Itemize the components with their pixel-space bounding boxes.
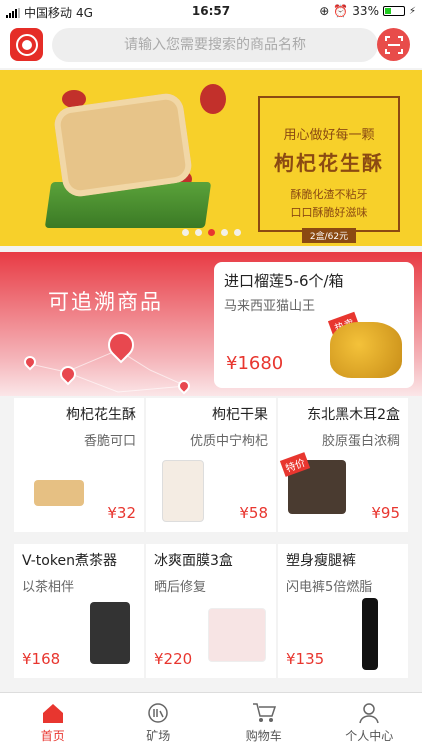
product-card-slim-pants[interactable]: 塑身瘦腿裤 闪电裤5倍燃脂 ¥135 xyxy=(278,544,408,678)
pagination-dot[interactable] xyxy=(181,229,189,236)
banner-promo-box: 用心做好每一颗 枸杞花生酥 酥脆化渣不粘牙 口口酥脆好滋味 2盒/62元 xyxy=(258,96,400,243)
product-card-tea-maker[interactable]: V-token煮茶器 以茶相伴 ¥168 xyxy=(14,544,144,678)
product-price: ¥135 xyxy=(286,650,325,668)
tab-cart[interactable]: 购物车 xyxy=(211,693,317,750)
tab-home[interactable]: 首页 xyxy=(0,693,106,750)
product-title: V-token煮茶器 xyxy=(22,553,117,569)
product-row: V-token煮茶器 以茶相伴 ¥168 冰爽面膜3盒 晒后修复 ¥220 塑身… xyxy=(14,544,408,678)
tab-label: 矿场 xyxy=(146,729,171,743)
tab-label: 首页 xyxy=(40,729,65,743)
product-subtitle: 闪电裤5倍燃脂 xyxy=(286,580,373,595)
product-card-peanut-crisp[interactable]: 枸杞花生酥 香脆可口 ¥32 xyxy=(14,398,144,532)
product-image xyxy=(34,480,84,506)
mine-icon xyxy=(148,703,168,723)
pagination-dot[interactable] xyxy=(207,229,215,236)
featured-title: 进口榴莲5-6个/箱 xyxy=(224,272,344,290)
search-input[interactable]: 请输入您需要搜索的商品名称 xyxy=(52,28,378,62)
promo-banner[interactable]: 用心做好每一颗 枸杞花生酥 酥脆化渣不粘牙 口口酥脆好滋味 2盒/62元 xyxy=(0,70,422,246)
featured-price: ¥1680 xyxy=(226,353,284,374)
featured-product-card[interactable]: 进口榴莲5-6个/箱 马来西亚猫山王 热卖 ¥1680 xyxy=(214,262,414,388)
alarm-icon: ⏰ xyxy=(333,4,349,18)
durian-image xyxy=(330,322,402,378)
product-title: 东北黑木耳2盒 xyxy=(307,407,400,423)
product-card-face-mask[interactable]: 冰爽面膜3盒 晒后修复 ¥220 xyxy=(146,544,276,678)
rotation-lock-icon: ⊕ xyxy=(319,4,330,18)
tab-label: 个人中心 xyxy=(345,729,394,743)
battery-percent: 33% xyxy=(352,4,379,18)
bottom-tab-bar: 首页 矿场 购物车 个人中心 xyxy=(0,692,422,750)
product-card-goji[interactable]: 枸杞干果 优质中宁枸杞 ¥58 xyxy=(146,398,276,532)
pagination-dot[interactable] xyxy=(220,229,228,236)
charging-icon: ⚡ xyxy=(408,5,416,17)
product-title: 塑身瘦腿裤 xyxy=(286,553,356,569)
traceable-title: 可追溯商品 xyxy=(48,290,163,314)
product-title: 枸杞干果 xyxy=(212,407,268,423)
product-price: ¥220 xyxy=(154,650,193,668)
peanut-decoration xyxy=(200,84,226,114)
product-row: 枸杞花生酥 香脆可口 ¥32 枸杞干果 优质中宁枸杞 ¥58 东北黑木耳2盒 胶… xyxy=(14,398,408,532)
scan-icon xyxy=(384,35,403,54)
product-price: ¥32 xyxy=(107,504,136,522)
tab-profile[interactable]: 个人中心 xyxy=(317,693,422,750)
product-card-fungus[interactable]: 东北黑木耳2盒 胶原蛋白浓稠 特价 ¥95 xyxy=(278,398,408,532)
cart-icon xyxy=(252,703,276,722)
tab-label: 购物车 xyxy=(245,729,282,743)
banner-pagination[interactable] xyxy=(0,229,422,236)
pagination-dot[interactable] xyxy=(233,229,241,236)
scan-button[interactable] xyxy=(377,28,410,61)
home-icon xyxy=(42,704,63,723)
product-title: 枸杞花生酥 xyxy=(66,407,136,423)
product-subtitle: 香脆可口 xyxy=(83,434,136,449)
product-subtitle: 晒后修复 xyxy=(154,580,207,595)
tab-mine[interactable]: 矿场 xyxy=(106,693,212,750)
search-header: 请输入您需要搜索的商品名称 xyxy=(0,22,422,68)
app-logo[interactable] xyxy=(10,28,43,61)
banner-line3: 酥脆化渣不粘牙 xyxy=(290,188,368,201)
product-price: ¥58 xyxy=(239,504,268,522)
banner-line1: 用心做好每一颗 xyxy=(283,128,375,143)
featured-subtitle: 马来西亚猫山王 xyxy=(224,299,316,314)
status-right: ⊕ ⏰ 33% ⚡ xyxy=(319,4,416,18)
product-image xyxy=(162,460,204,522)
product-image xyxy=(362,598,378,670)
pagination-dot[interactable] xyxy=(194,229,202,236)
product-price: ¥95 xyxy=(371,504,400,522)
product-image xyxy=(90,602,130,664)
peanut-cake-image xyxy=(52,91,194,199)
status-bar: 中国移动 4G 16:57 ⊕ ⏰ 33% ⚡ xyxy=(0,0,422,22)
product-title: 冰爽面膜3盒 xyxy=(154,553,233,569)
banner-line2: 枸杞花生酥 xyxy=(274,151,384,175)
map-lines-decoration xyxy=(29,349,187,393)
product-price: ¥168 xyxy=(22,650,61,668)
product-subtitle: 优质中宁枸杞 xyxy=(189,434,268,449)
product-subtitle: 以茶相伴 xyxy=(22,580,75,595)
banner-line4: 口口酥脆好滋味 xyxy=(290,206,368,219)
product-subtitle: 胶原蛋白浓稠 xyxy=(321,434,400,449)
battery-icon xyxy=(382,6,405,16)
product-image xyxy=(208,608,266,662)
user-icon xyxy=(359,703,379,724)
